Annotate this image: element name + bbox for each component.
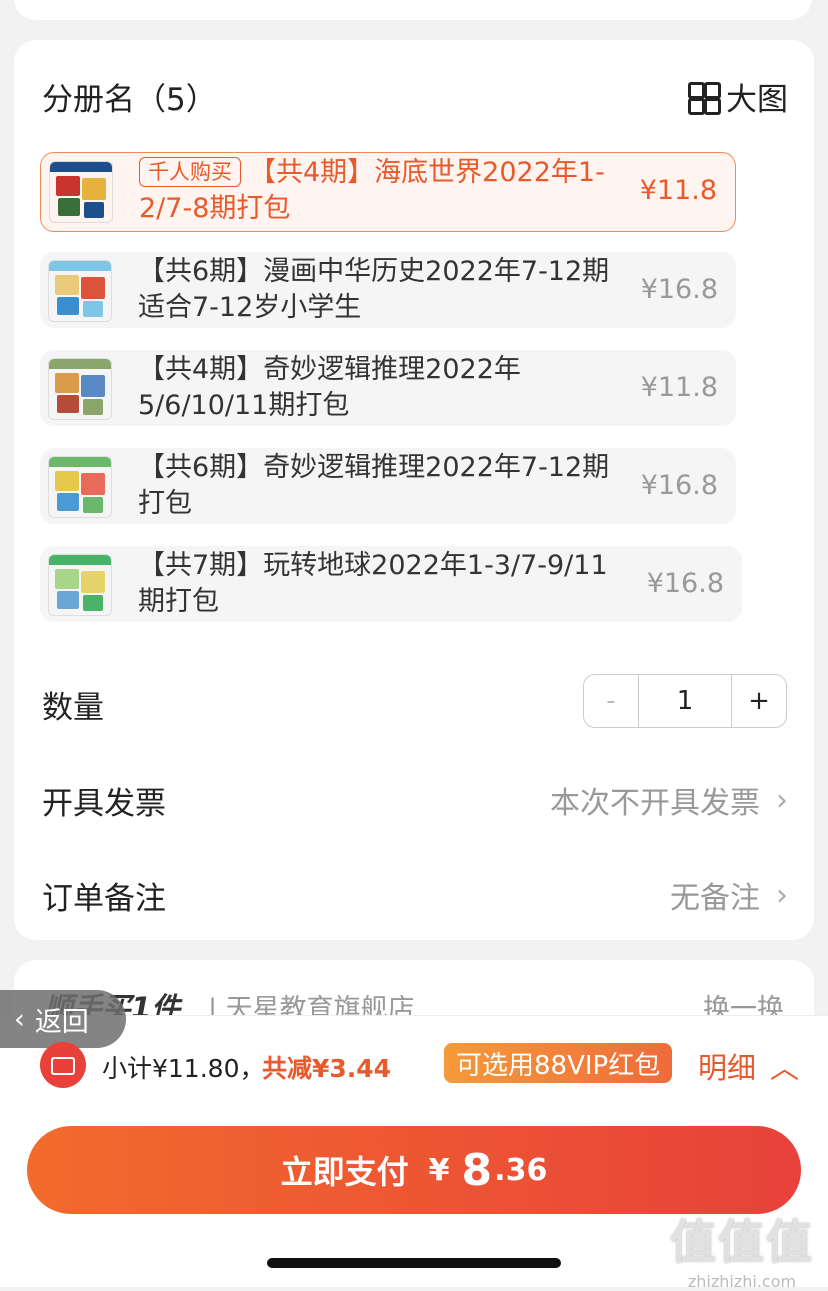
subtotal-text: 小计¥11.80， [102,1054,265,1083]
large-view-label: 大图 [726,82,788,118]
remark-value: 无备注 [670,881,760,916]
option-name: 【共4期】奇妙逻辑推理2022年5/6/10/11期打包 [138,354,521,421]
remark-label: 订单备注 [42,881,166,917]
large-view-toggle[interactable]: 大图 [688,74,788,119]
back-label: 返回 [34,1006,89,1038]
pay-amount-decimal: .36 [494,1152,548,1188]
previous-card [14,0,812,20]
invoice-label: 开具发票 [42,786,166,822]
invoice-selector[interactable]: 本次不开具发票 › [550,778,788,822]
option-item[interactable]: 【共6期】奇妙逻辑推理2022年7-12期打包 ¥16.8 [40,448,736,524]
chevron-left-icon: ‹ [14,1003,25,1035]
popular-badge: 千人购买 [139,157,241,187]
option-price: ¥16.8 [646,568,724,599]
increment-button[interactable]: + [731,675,786,727]
watermark-logo: 值值值 [670,1215,814,1269]
product-thumbnail [48,260,112,322]
option-price: ¥16.8 [640,470,718,501]
quantity-stepper[interactable]: - 1 + [583,674,787,728]
quantity-value[interactable]: 1 [639,675,731,727]
detail-toggle[interactable]: 明细 ︿ [698,1045,799,1087]
option-price: ¥11.8 [639,175,717,206]
option-name: 【共7期】玩转地球2022年1-3/7-9/11期打包 [138,550,608,617]
detail-label: 明细 [698,1051,757,1085]
option-price: ¥16.8 [640,274,718,305]
option-item[interactable]: 【共6期】漫画中华历史2022年7-12期 适合7-12岁小学生 ¥16.8 [40,252,736,328]
pay-currency: ¥ [428,1152,450,1188]
option-item[interactable]: 【共7期】玩转地球2022年1-3/7-9/11期打包 ¥16.8 [40,546,742,622]
option-item-selected[interactable]: 千人购买 【共4期】海底世界2022年1-2/7-8期打包 ¥11.8 [40,152,736,232]
chevron-right-icon: › [776,877,788,913]
option-item[interactable]: 【共4期】奇妙逻辑推理2022年5/6/10/11期打包 ¥11.8 [40,350,736,426]
chevron-up-icon: ︿ [770,1051,800,1085]
section-title: 分册名（5） [42,82,217,118]
pay-now-button[interactable]: 立即支付 ¥ 8 .36 [27,1126,801,1214]
vip-redpacket-tag[interactable]: 可选用88VIP红包 [444,1043,673,1083]
chevron-right-icon: › [776,782,788,818]
decrement-button[interactable]: - [584,675,639,727]
cover-band [50,162,112,172]
product-thumbnail [49,161,113,223]
product-thumbnail [48,358,112,420]
product-thumbnail [48,554,112,616]
grid-icon [688,81,721,115]
watermark-url: zhizhizhi.com [687,1272,797,1291]
pay-amount-integer: 8 [461,1144,493,1196]
option-price: ¥11.8 [640,372,718,403]
home-indicator[interactable] [267,1258,561,1268]
option-name: 【共6期】奇妙逻辑推理2022年7-12期打包 [138,452,610,519]
watermark: 值值值 zhizhizhi.com [670,1206,814,1291]
option-name: 千人购买 【共4期】海底世界2022年1-2/7-8期打包 [139,157,605,224]
product-thumbnail [48,456,112,518]
pay-label: 立即支付 [280,1153,409,1191]
invoice-value: 本次不开具发票 [550,786,760,821]
back-button[interactable]: ‹ 返回 [0,990,126,1048]
discount-text: 共减¥3.44 [262,1054,392,1083]
option-name: 【共6期】漫画中华历史2022年7-12期 适合7-12岁小学生 [138,256,610,323]
remark-selector[interactable]: 无备注 › [670,873,788,917]
coupon-icon [40,1042,86,1088]
quantity-label: 数量 [42,690,104,726]
